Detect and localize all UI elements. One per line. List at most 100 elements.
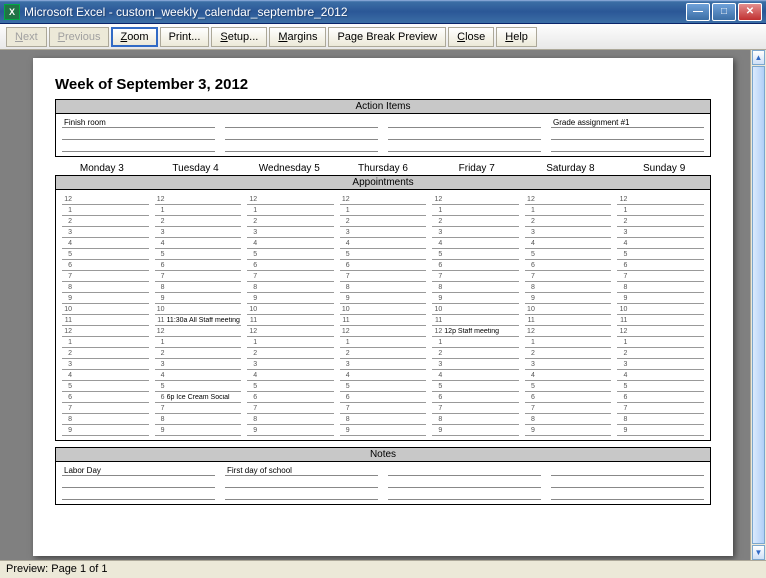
hour-label: 12 xyxy=(432,196,444,203)
appointment-slot: 5 xyxy=(432,249,519,260)
appointment-slot: 3 xyxy=(62,359,149,370)
note-line xyxy=(388,490,541,500)
appointment-slot: 1 xyxy=(432,337,519,348)
zoom-button[interactable]: Zoom xyxy=(111,27,157,47)
appointment-slot: 10 xyxy=(62,304,149,315)
help-button[interactable]: Help xyxy=(496,27,537,47)
status-text: Preview: Page 1 of 1 xyxy=(6,563,108,575)
close-window-button[interactable]: ✕ xyxy=(738,3,762,21)
hour-label: 7 xyxy=(525,273,537,280)
setup-button[interactable]: Setup... xyxy=(211,27,267,47)
appointment-slot: 8 xyxy=(525,282,612,293)
hour-label: 8 xyxy=(340,416,352,423)
appointments-body: 1212345678910111212345678912123456789101… xyxy=(56,190,710,440)
hour-label: 3 xyxy=(155,229,167,236)
appointment-slot: 10 xyxy=(432,304,519,315)
appointment-slot: 12 xyxy=(155,194,242,205)
day-header: Sunday 9 xyxy=(617,163,711,174)
hour-label: 8 xyxy=(525,416,537,423)
day-header: Tuesday 4 xyxy=(149,163,243,174)
hour-label: 3 xyxy=(340,229,352,236)
appointment-slot: 12 xyxy=(617,194,704,205)
hour-label: 3 xyxy=(617,229,629,236)
scroll-thumb[interactable] xyxy=(752,66,765,544)
hour-label: 4 xyxy=(62,240,74,247)
hour-label: 9 xyxy=(525,295,537,302)
hour-label: 2 xyxy=(62,218,74,225)
appointment-slot: 4 xyxy=(432,370,519,381)
appointment-slot: 7 xyxy=(432,271,519,282)
margins-button[interactable]: Margins xyxy=(269,27,326,47)
hour-label: 4 xyxy=(525,372,537,379)
hour-label: 4 xyxy=(62,372,74,379)
appointment-slot: 2 xyxy=(525,348,612,359)
appointment-slot: 5 xyxy=(247,249,334,260)
appointment-slot: 7 xyxy=(340,271,427,282)
hour-label: 3 xyxy=(432,229,444,236)
appointment-slot: 5 xyxy=(525,249,612,260)
hour-label: 4 xyxy=(617,372,629,379)
appointment-slot: 3 xyxy=(432,359,519,370)
page-break-preview-button[interactable]: Page Break Preview xyxy=(328,27,446,47)
appointment-slot: 12 xyxy=(340,194,427,205)
appointment-day-column: 12123456789101112123456789 xyxy=(247,194,334,436)
appointment-slot: 12 xyxy=(62,194,149,205)
hour-label: 9 xyxy=(432,295,444,302)
appointment-slot: 4 xyxy=(155,370,242,381)
appointment-slot: 6 xyxy=(432,392,519,403)
vertical-scrollbar[interactable]: ▲ ▼ xyxy=(750,50,766,560)
appointment-slot: 1 xyxy=(340,337,427,348)
appointment-slot: 5 xyxy=(525,381,612,392)
scroll-up-arrow[interactable]: ▲ xyxy=(752,50,765,65)
action-item-line xyxy=(225,142,378,152)
hour-label: 8 xyxy=(617,284,629,291)
hour-label: 2 xyxy=(525,218,537,225)
hour-label: 3 xyxy=(525,361,537,368)
hour-label: 11 xyxy=(432,317,444,324)
minimize-button[interactable]: — xyxy=(686,3,710,21)
appointment-slot: 9 xyxy=(525,293,612,304)
hour-label: 2 xyxy=(617,350,629,357)
notes-body: Labor DayFirst day of school xyxy=(56,462,710,504)
hour-label: 7 xyxy=(247,405,259,412)
appointment-slot: 66p Ice Cream Social xyxy=(155,392,242,403)
scroll-down-arrow[interactable]: ▼ xyxy=(752,545,765,560)
appointment-slot: 6 xyxy=(525,392,612,403)
hour-label: 5 xyxy=(247,251,259,258)
hour-label: 1 xyxy=(247,339,259,346)
appointment-slot: 5 xyxy=(617,381,704,392)
appointment-slot: 9 xyxy=(155,425,242,436)
window-controls: — □ ✕ xyxy=(686,3,762,21)
appointment-slot: 8 xyxy=(62,414,149,425)
hour-label: 7 xyxy=(432,405,444,412)
appointment-slot: 4 xyxy=(525,370,612,381)
appointment-slot: 8 xyxy=(617,414,704,425)
hour-label: 2 xyxy=(525,350,537,357)
hour-label: 1 xyxy=(525,207,537,214)
hour-label: 4 xyxy=(432,372,444,379)
hour-label: 2 xyxy=(155,218,167,225)
hour-label: 10 xyxy=(155,306,167,313)
hour-label: 10 xyxy=(617,306,629,313)
hour-label: 4 xyxy=(247,240,259,247)
appointment-slot: 1 xyxy=(155,337,242,348)
appointment-slot: 2 xyxy=(340,348,427,359)
hour-label: 3 xyxy=(432,361,444,368)
preview-area: Week of September 3, 2012 Action Items F… xyxy=(0,50,766,560)
action-items-section: Action Items Finish roomGrade assignment… xyxy=(55,99,711,157)
appointment-slot: 2 xyxy=(617,348,704,359)
hour-label: 9 xyxy=(525,427,537,434)
hour-label: 4 xyxy=(155,240,167,247)
hour-label: 5 xyxy=(340,383,352,390)
print-button[interactable]: Print... xyxy=(160,27,210,47)
hour-label: 8 xyxy=(340,284,352,291)
page-preview[interactable]: Week of September 3, 2012 Action Items F… xyxy=(33,58,733,556)
note-line xyxy=(388,478,541,488)
close-button[interactable]: Close xyxy=(448,27,494,47)
hour-label: 10 xyxy=(247,306,259,313)
appointment-slot: 7 xyxy=(155,271,242,282)
maximize-button[interactable]: □ xyxy=(712,3,736,21)
appointment-slot: 4 xyxy=(525,238,612,249)
appointment-slot: 1 xyxy=(432,205,519,216)
hour-label: 12 xyxy=(155,328,167,335)
